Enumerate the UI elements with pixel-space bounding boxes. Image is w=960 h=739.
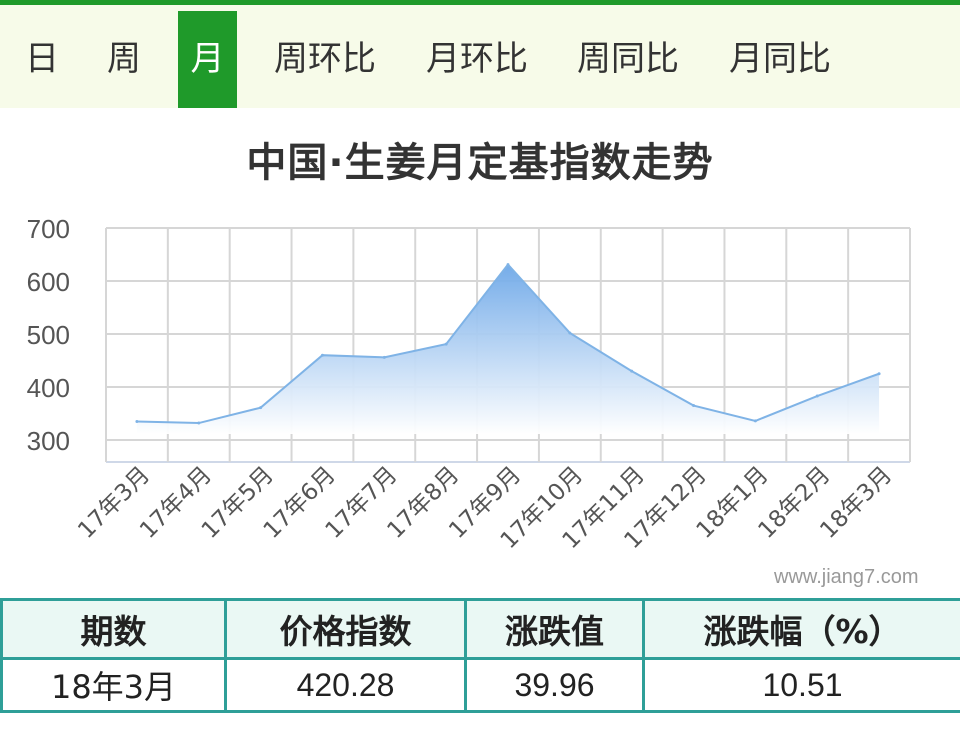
data-point bbox=[382, 355, 386, 359]
tab-week-year-on-year[interactable]: 周同比 bbox=[571, 11, 685, 108]
index-summary-table: 期数 价格指数 涨跌值 涨跌幅（%） 18年3月 420.28 39.96 10… bbox=[0, 598, 960, 713]
y-tick-label: 400 bbox=[27, 373, 70, 403]
y-tick-label: 700 bbox=[27, 214, 70, 244]
cell-change-percent: 10.51 bbox=[642, 657, 960, 713]
data-point bbox=[815, 394, 819, 398]
data-point bbox=[630, 369, 634, 373]
tab-month-year-on-year[interactable]: 月同比 bbox=[723, 11, 837, 108]
data-point bbox=[320, 353, 324, 357]
tab-month-on-month[interactable]: 月环比 bbox=[420, 11, 534, 108]
header-change-percent: 涨跌幅（%） bbox=[642, 598, 960, 660]
data-point bbox=[877, 372, 881, 376]
y-tick-label: 500 bbox=[27, 320, 70, 350]
cell-change-value: 39.96 bbox=[464, 657, 645, 713]
tab-week[interactable]: 周 bbox=[100, 11, 148, 108]
data-point bbox=[259, 406, 263, 410]
tab-week-on-week[interactable]: 周环比 bbox=[268, 11, 382, 108]
cell-period: 18年3月 bbox=[0, 657, 227, 713]
site-watermark: www.jiang7.com bbox=[774, 566, 919, 588]
period-tab-bar: 日 周 月 周环比 月环比 周同比 月同比 bbox=[0, 0, 960, 108]
data-point bbox=[444, 342, 448, 346]
index-trend-chart: 30040050060070017年3月17年4月17年5月17年6月17年7月… bbox=[27, 214, 911, 554]
series-area bbox=[136, 264, 880, 434]
y-tick-label: 300 bbox=[27, 426, 70, 456]
header-price-index: 价格指数 bbox=[224, 598, 467, 660]
data-point bbox=[692, 404, 696, 408]
data-point bbox=[568, 331, 572, 335]
header-period: 期数 bbox=[0, 598, 227, 660]
data-point bbox=[753, 419, 757, 423]
data-point bbox=[506, 263, 510, 267]
tab-month[interactable]: 月 bbox=[178, 11, 237, 108]
y-tick-label: 600 bbox=[27, 267, 70, 297]
chart-title: 中国·生姜月定基指数走势 bbox=[246, 140, 714, 186]
table-row: 18年3月 420.28 39.96 10.51 bbox=[0, 657, 960, 713]
header-change-value: 涨跌值 bbox=[464, 598, 645, 660]
cell-price-index: 420.28 bbox=[224, 657, 467, 713]
data-point bbox=[197, 421, 201, 425]
data-point bbox=[135, 419, 139, 423]
table-header-row: 期数 价格指数 涨跌值 涨跌幅（%） bbox=[0, 598, 960, 660]
tab-day[interactable]: 日 bbox=[20, 11, 64, 108]
